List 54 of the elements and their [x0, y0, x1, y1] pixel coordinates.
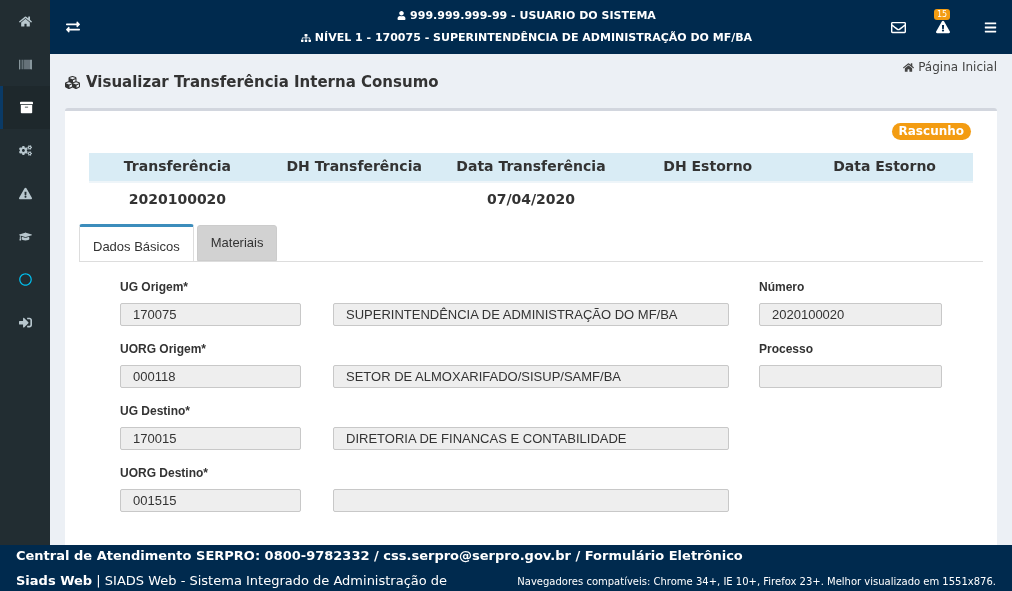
- description-field[interactable]: SUPERINTENDÊNCIA DE ADMINISTRAÇÃO DO MF/BA: [333, 302, 729, 326]
- footer-browsers: Navegadores compatíveis: Chrome 34+, IE 10+, Firefox 23+. Melhor visualizado em 1551x876.: [517, 575, 996, 589]
- warning-icon: [18, 187, 32, 200]
- column-header: Data Estorno: [796, 152, 973, 183]
- alert-count: 15: [934, 9, 951, 20]
- archive-icon: [20, 101, 33, 114]
- footer-contact: Central de Atendimento SERPRO: 0800-9782332 / css.serpro@serpro.gov.br / Formulário Eletrônico: [16, 546, 744, 565]
- user-name: 999.999.999-99 - USUARIO DO SISTEMA: [410, 7, 656, 24]
- menu-button[interactable]: [984, 20, 997, 34]
- graduation-cap-icon: [18, 230, 32, 243]
- column-header: DH Estorno: [619, 152, 797, 183]
- warning-icon: [936, 20, 950, 34]
- tab[interactable]: Dados Básicos: [79, 223, 194, 261]
- envelope-icon: [891, 19, 906, 35]
- user-level: NÍVEL 1 - 170075 - SUPERINTENDÊNCIA DE ADMINISTRAÇÃO DO MF/BA: [314, 30, 753, 46]
- menu-icon: [984, 20, 997, 34]
- toggle-button[interactable]: [66, 20, 82, 34]
- barcode-icon: [18, 58, 32, 71]
- field-label: UG Destino*: [120, 402, 191, 420]
- text-field[interactable]: 2020100020: [759, 302, 942, 326]
- sitemap-icon: [300, 33, 311, 44]
- code-field[interactable]: 170015: [120, 426, 301, 450]
- field-label: UG Origem*: [120, 278, 189, 296]
- column-header: DH Transferência: [265, 152, 443, 183]
- code-field[interactable]: 170075: [120, 302, 301, 326]
- footer-system: Siads Web | SIADS Web - Sistema Integrado de Administração de: [16, 572, 448, 590]
- alerts-button[interactable]: [936, 20, 950, 34]
- field-label: UORG Origem*: [120, 340, 207, 358]
- code-field[interactable]: 001515: [120, 488, 301, 512]
- field-label: UORG Destino*: [120, 464, 209, 482]
- breadcrumb-link[interactable]: Página Inicial: [903, 58, 997, 76]
- status-badge: Rascunho: [891, 122, 971, 140]
- sign-in-icon: [18, 316, 32, 329]
- user-icon: [397, 11, 407, 21]
- field-label: Processo: [759, 340, 815, 358]
- exchange-icon: [66, 20, 80, 34]
- home-icon: [18, 15, 32, 28]
- page-title: Visualizar Transferência Interna Consumo: [86, 72, 439, 93]
- code-field[interactable]: 000118: [120, 364, 301, 388]
- home-icon: [903, 61, 915, 73]
- cubes-icon: [65, 74, 80, 90]
- tab[interactable]: Materiais: [196, 224, 278, 261]
- description-field[interactable]: [333, 488, 729, 512]
- description-field[interactable]: SETOR DE ALMOXARIFADO/SISUP/SAMF/BA: [333, 364, 729, 388]
- column-header: Data Transferência: [442, 152, 620, 183]
- field-label: Número: [759, 278, 806, 296]
- gears-icon: [18, 144, 32, 157]
- text-field[interactable]: [759, 364, 942, 388]
- column-header: Transferência: [89, 152, 266, 183]
- messages-button[interactable]: [891, 19, 906, 35]
- table-cell-text: 2020100020: [128, 189, 227, 209]
- sidebar-item[interactable]: [0, 86, 50, 129]
- table-cell-text: 07/04/2020: [486, 189, 576, 209]
- description-field[interactable]: DIRETORIA DE FINANCAS E CONTABILIDADE: [333, 426, 729, 450]
